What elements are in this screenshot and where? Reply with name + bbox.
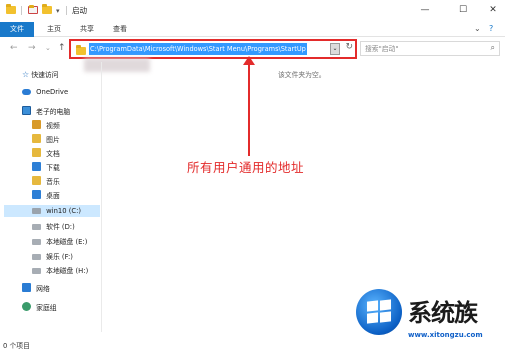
sidebar-item-label: OneDrive <box>36 88 69 96</box>
sidebar-item-onedrive[interactable]: OneDrive <box>22 86 68 98</box>
watermark-url: www.xitongzu.com <box>408 331 483 339</box>
pictures-folder-icon <box>32 134 41 143</box>
desktop-folder-icon <box>32 190 41 199</box>
title-bar: | ▾ | 启动 — ☐ ✕ <box>0 0 505 22</box>
drive-icon <box>32 224 41 230</box>
tab-home[interactable]: 主页 <box>47 22 61 37</box>
star-icon: ☆ <box>22 70 30 79</box>
sidebar-item-drive-e[interactable]: 本地磁盘 (E:) <box>32 236 87 248</box>
recent-locations-button[interactable]: ⌄ <box>45 42 51 54</box>
sidebar-item-music[interactable]: 音乐 <box>32 176 60 188</box>
sidebar-item-label: 本地磁盘 (H:) <box>46 267 89 275</box>
folder-icon <box>6 4 16 17</box>
drive-icon <box>32 239 41 245</box>
sidebar-item-drive-d[interactable]: 软件 (D:) <box>32 221 75 233</box>
sidebar-item-homegroup[interactable]: 家庭组 <box>22 302 57 314</box>
music-folder-icon <box>32 176 41 185</box>
video-folder-icon <box>32 120 41 129</box>
sidebar-item-label: 家庭组 <box>36 304 57 312</box>
sidebar-item-pictures[interactable]: 图片 <box>32 134 60 146</box>
address-bar[interactable]: C:\ProgramData\Microsoft\Windows\Start M… <box>69 39 357 59</box>
window-title: 启动 <box>72 6 87 15</box>
documents-folder-icon <box>32 148 41 157</box>
forward-button[interactable]: → <box>28 42 36 54</box>
navigation-pane: ☆ 快速访问 OneDrive 老子的电脑 视频 图片 文档 下载 音乐 桌面 … <box>0 62 102 332</box>
properties-icon[interactable] <box>28 5 38 17</box>
watermark-brand: 系统族 <box>408 299 478 327</box>
empty-folder-message: 该文件夹为空。 <box>278 71 326 79</box>
divider: | <box>20 6 24 16</box>
network-icon <box>22 283 31 292</box>
homegroup-icon <box>22 302 31 311</box>
sidebar-item-label: 图片 <box>46 136 60 144</box>
sidebar-item-desktop[interactable]: 桌面 <box>32 190 60 202</box>
folder-icon <box>76 45 86 56</box>
sidebar-item-network[interactable]: 网络 <box>22 283 50 295</box>
system-drive-icon <box>32 208 41 214</box>
sidebar-item-documents[interactable]: 文档 <box>32 148 60 160</box>
sidebar-item-label: 视频 <box>46 122 60 130</box>
sidebar-item-label: 快速访问 <box>31 71 59 79</box>
maximize-button[interactable]: ☐ <box>451 2 475 18</box>
drive-icon <box>32 254 41 260</box>
sidebar-item-label: 桌面 <box>46 192 60 200</box>
sidebar-item-drive-c[interactable]: win10 (C:) <box>4 205 100 217</box>
search-box[interactable]: 搜索"启动" ⌕ <box>360 41 500 56</box>
expand-ribbon-icon[interactable]: ⌄ <box>474 24 481 33</box>
address-dropdown-button[interactable]: ⌄ <box>330 43 340 55</box>
computer-icon <box>22 106 31 115</box>
windows-logo-icon <box>356 289 402 335</box>
sidebar-item-this-pc[interactable]: 老子的电脑 <box>22 106 70 118</box>
watermark: 系统族 www.xitongzu.com <box>356 287 503 351</box>
annotation-arrow <box>248 60 250 156</box>
annotation-text: 所有用户通用的地址 <box>187 160 305 175</box>
search-placeholder: 搜索"启动" <box>365 45 399 53</box>
sidebar-item-label: 老子的电脑 <box>36 108 71 116</box>
sidebar-item-drive-f[interactable]: 娱乐 (F:) <box>32 251 73 263</box>
cloud-icon <box>22 89 31 95</box>
sidebar-item-drive-h[interactable]: 本地磁盘 (H:) <box>32 265 88 277</box>
customize-quick-access-icon[interactable]: ▾ <box>56 5 60 17</box>
downloads-folder-icon <box>32 162 41 171</box>
help-icon[interactable]: ? <box>489 24 493 33</box>
sidebar-item-label: win10 (C:) <box>46 207 82 215</box>
close-button[interactable]: ✕ <box>481 2 505 18</box>
sidebar-item-downloads[interactable]: 下载 <box>32 162 60 174</box>
tab-share[interactable]: 共享 <box>80 22 94 37</box>
back-button[interactable]: ← <box>10 42 18 54</box>
ribbon-tabs: 文件 主页 共享 查看 ⌄ ? <box>0 22 505 37</box>
tab-file[interactable]: 文件 <box>0 22 34 37</box>
up-button[interactable]: ↑ <box>58 42 66 54</box>
sidebar-item-label: 本地磁盘 (E:) <box>46 238 88 246</box>
sidebar-item-label: 文档 <box>46 150 60 158</box>
sidebar-item-videos[interactable]: 视频 <box>32 120 60 132</box>
minimize-button[interactable]: — <box>413 2 437 18</box>
divider: | <box>65 6 69 16</box>
address-path[interactable]: C:\ProgramData\Microsoft\Windows\Start M… <box>89 43 307 55</box>
new-folder-icon[interactable] <box>42 4 52 17</box>
sidebar-item-label: 下载 <box>46 164 60 172</box>
sidebar-item-label: 网络 <box>36 285 50 293</box>
drive-icon <box>32 268 41 274</box>
status-item-count: 0 个项目 <box>3 342 30 350</box>
tab-view[interactable]: 查看 <box>113 22 127 37</box>
sidebar-item-label: 娱乐 (F:) <box>46 253 73 261</box>
sidebar-item-label: 音乐 <box>46 178 60 186</box>
sidebar-item-quick-access[interactable]: ☆ 快速访问 <box>22 69 59 81</box>
search-icon[interactable]: ⌕ <box>491 43 495 53</box>
sidebar-item-label: 软件 (D:) <box>46 223 75 231</box>
refresh-button[interactable]: ↻ <box>345 42 353 52</box>
